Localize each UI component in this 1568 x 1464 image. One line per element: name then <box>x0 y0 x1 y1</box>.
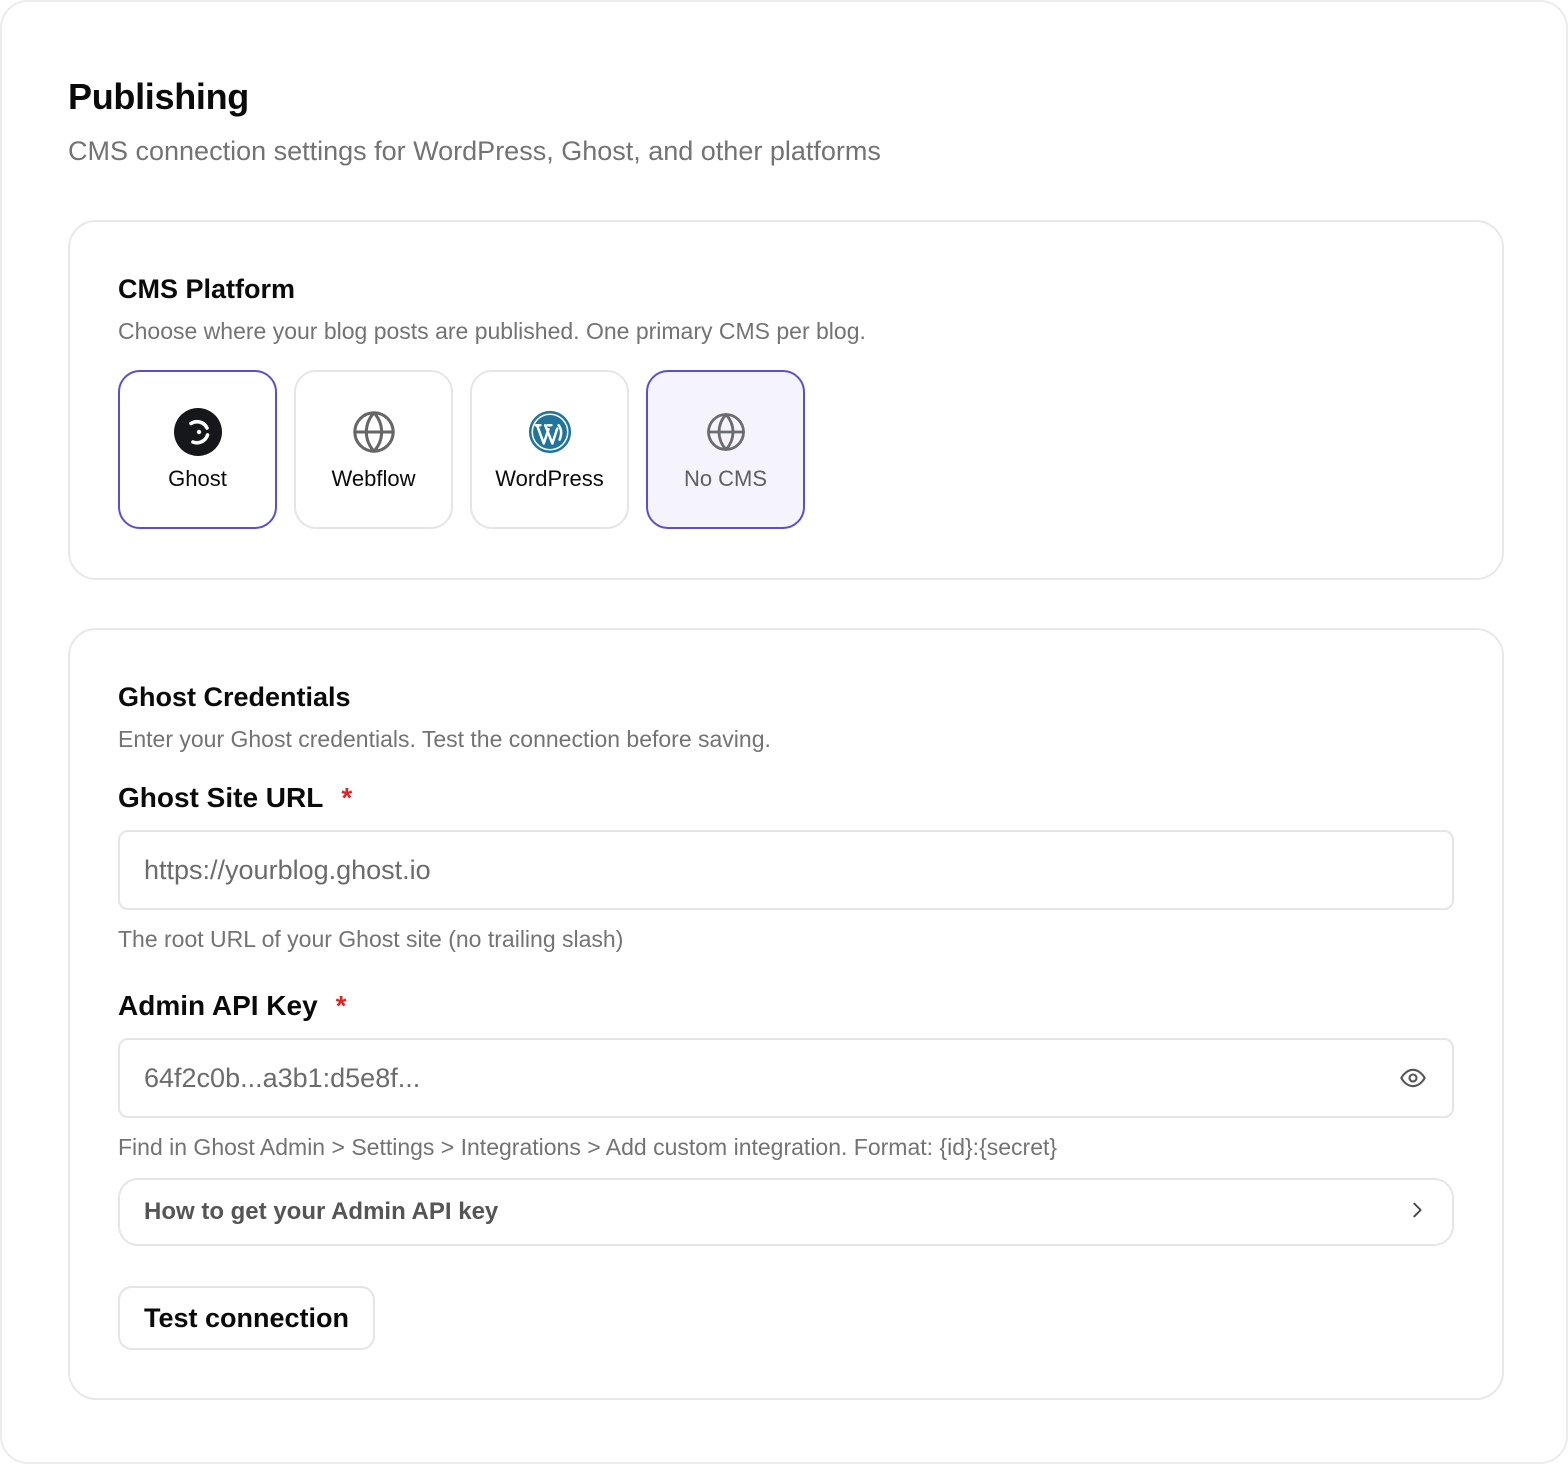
api-key-hint: Find in Ghost Admin > Settings > Integra… <box>118 1134 1058 1160</box>
globe-icon <box>350 408 398 456</box>
required-marker: * <box>335 990 347 1021</box>
api-key-input[interactable]: 64f2c0b...a3b1:d5e8f... <box>118 1038 1454 1118</box>
api-key-placeholder: 64f2c0b...a3b1:d5e8f... <box>144 1062 421 1093</box>
accordion-label: How to get your Admin API key <box>144 1198 499 1225</box>
cms-option-wordpress[interactable]: WordPress <box>470 370 629 529</box>
page-title: Publishing <box>68 76 249 117</box>
cms-option-label: No CMS <box>683 465 768 491</box>
cms-option-label: Ghost <box>168 465 227 491</box>
cms-platform-card: CMS Platform Choose where your blog post… <box>68 220 1504 580</box>
site-url-label: Ghost Site URL * <box>118 782 352 814</box>
cms-options: Ghost Webflow WordPress No CMS <box>118 370 805 529</box>
settings-panel: Publishing CMS connection settings for W… <box>0 0 1568 1464</box>
site-url-placeholder: https://yourblog.ghost.io <box>144 854 431 885</box>
cms-option-webflow[interactable]: Webflow <box>294 370 453 529</box>
required-marker: * <box>341 782 353 813</box>
api-key-label: Admin API Key * <box>118 990 347 1022</box>
ghost-logo-icon <box>173 407 222 456</box>
wordpress-logo-icon <box>526 408 574 456</box>
cms-option-label: WordPress <box>495 465 604 491</box>
cms-option-label: Webflow <box>331 465 416 491</box>
credentials-description: Enter your Ghost credentials. Test the c… <box>118 726 771 752</box>
credentials-title: Ghost Credentials <box>118 682 351 712</box>
test-connection-button[interactable]: Test connection <box>118 1286 376 1350</box>
site-url-label-text: Ghost Site URL <box>118 782 324 813</box>
site-url-hint: The root URL of your Ghost site (no trai… <box>118 926 624 952</box>
ghost-credentials-card: Ghost Credentials Enter your Ghost crede… <box>68 628 1504 1400</box>
globe-icon <box>702 408 750 456</box>
cms-option-ghost[interactable]: Ghost <box>118 370 277 529</box>
chevron-right-icon <box>1406 1199 1428 1226</box>
eye-icon[interactable] <box>1398 1063 1428 1093</box>
site-url-input[interactable]: https://yourblog.ghost.io <box>118 830 1454 910</box>
cms-platform-title: CMS Platform <box>118 274 296 304</box>
cms-platform-description: Choose where your blog posts are publish… <box>118 318 866 344</box>
cms-option-no-cms[interactable]: No CMS <box>646 370 805 529</box>
page-subtitle: CMS connection settings for WordPress, G… <box>68 136 881 166</box>
api-key-label-text: Admin API Key <box>118 990 318 1021</box>
api-key-help-accordion[interactable]: How to get your Admin API key <box>118 1178 1454 1246</box>
